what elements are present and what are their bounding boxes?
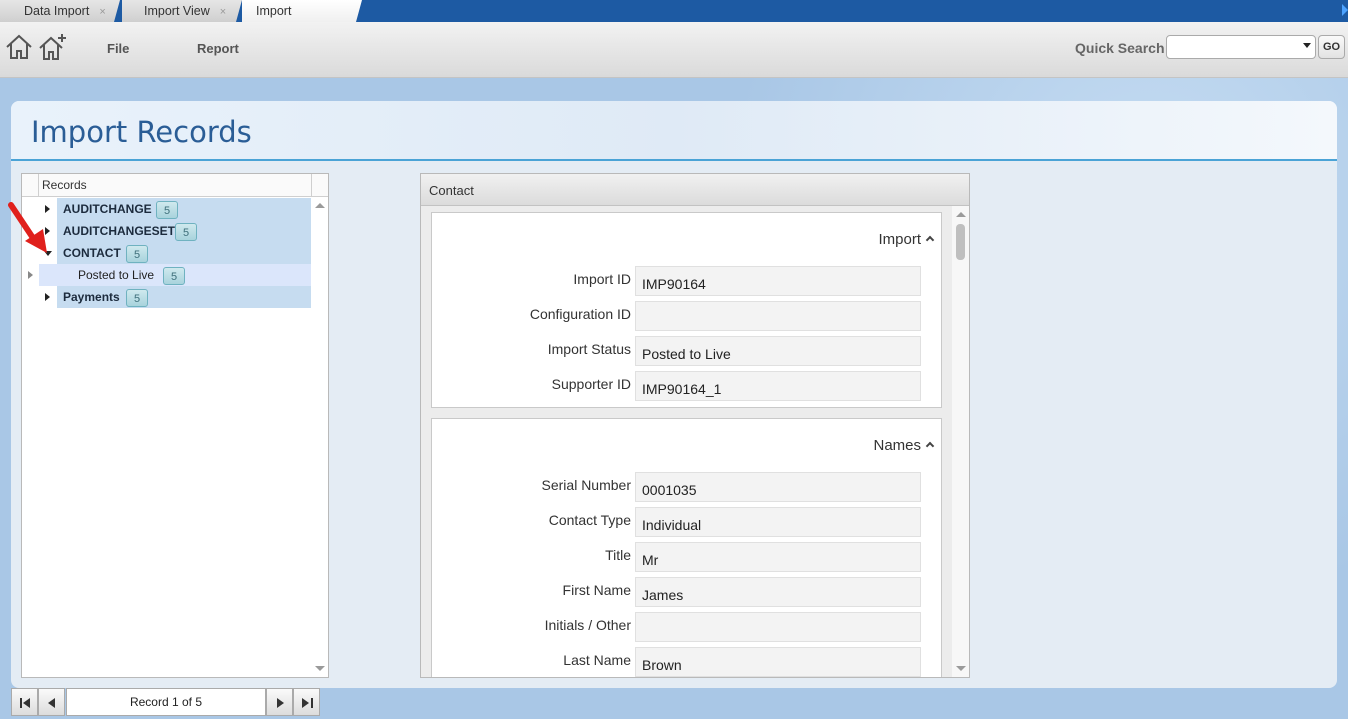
section-toggle-names[interactable]: Names <box>873 437 935 454</box>
chevron-down-icon[interactable] <box>1303 43 1311 48</box>
import-id-field[interactable]: IMP90164 <box>635 266 921 296</box>
supporter-id-field[interactable]: IMP90164_1 <box>635 371 921 401</box>
previous-record-button[interactable] <box>38 688 65 716</box>
next-arrow-icon <box>277 698 284 708</box>
field-label: Configuration ID <box>529 306 631 322</box>
tree-item-posted-to-live[interactable]: Posted to Live 5 <box>22 264 311 286</box>
records-tree: Records AUDITCHANGE 5 AUDITCHANGESET 5 C… <box>21 173 329 678</box>
names-section: Names Serial Number 0001035 Contact Type… <box>431 418 942 677</box>
tree-item-auditchange[interactable]: AUDITCHANGE 5 <box>22 198 311 220</box>
last-bar-icon <box>311 698 313 708</box>
tab-import-records[interactable]: Import Records× <box>242 0 362 22</box>
add-home-icon[interactable] <box>38 32 68 62</box>
field-label: Serial Number <box>541 477 631 493</box>
tree-header-end <box>311 174 328 197</box>
scroll-down-icon[interactable] <box>956 666 966 671</box>
home-icon[interactable] <box>4 32 34 62</box>
tab-scroll-right-icon[interactable] <box>1342 4 1348 16</box>
title-field[interactable]: Mr <box>635 542 921 572</box>
field-label: Import Status <box>547 341 631 357</box>
previous-arrow-icon <box>48 698 55 708</box>
section-heading: Names <box>873 437 921 454</box>
tree-item-label: Payments <box>63 290 120 304</box>
tree-item-auditchangeset[interactable]: AUDITCHANGESET 5 <box>22 220 311 242</box>
field-label: First Name <box>562 582 631 598</box>
last-record-button[interactable] <box>293 688 320 716</box>
tree-item-label: AUDITCHANGE <box>63 202 152 216</box>
main-panel: Import Records Records AUDITCHANGE 5 AUD… <box>11 101 1337 688</box>
first-bar-icon <box>20 698 22 708</box>
toolbar: File Report Quick Search GO <box>0 22 1348 78</box>
tree-item-label: Posted to Live <box>78 268 155 282</box>
tree-header: Records <box>22 174 328 197</box>
expand-arrow-icon[interactable] <box>28 271 33 279</box>
quick-search-input[interactable] <box>1166 35 1316 59</box>
configuration-id-field[interactable] <box>635 301 921 331</box>
tree-item-label: CONTACT <box>63 246 121 260</box>
record-pager: Record 1 of 5 <box>11 688 321 716</box>
record-indicator: Record 1 of 5 <box>66 688 266 716</box>
scroll-up-icon[interactable] <box>956 212 966 217</box>
field-label: Last Name <box>563 652 631 668</box>
scroll-thumb[interactable] <box>956 224 965 260</box>
first-name-field[interactable]: James <box>635 577 921 607</box>
menu-report[interactable]: Report <box>197 41 239 56</box>
scroll-down-icon[interactable] <box>315 666 325 671</box>
tab-data-import[interactable]: Data Import × <box>0 0 120 22</box>
tree-item-payments[interactable]: Payments 5 <box>22 286 311 308</box>
count-badge: 5 <box>163 267 186 285</box>
go-button[interactable]: GO <box>1318 35 1345 59</box>
tree-item-label: AUDITCHANGESET <box>63 224 176 238</box>
tab-import-view[interactable]: Import View × <box>122 0 242 22</box>
initials-other-field[interactable] <box>635 612 921 642</box>
section-toggle-import[interactable]: Import <box>878 231 935 248</box>
first-record-button[interactable] <box>11 688 38 716</box>
page-title: Import Records <box>31 115 252 149</box>
chevron-up-icon <box>925 441 935 451</box>
tree-item-contact[interactable]: CONTACT 5 <box>22 242 311 264</box>
field-label: Initials / Other <box>544 617 631 633</box>
count-badge: 5 <box>126 245 149 263</box>
tree-scrollbar[interactable] <box>311 197 328 677</box>
tab-label: Import View <box>144 4 210 18</box>
form-title: Contact <box>429 183 474 198</box>
close-icon[interactable]: × <box>99 6 105 18</box>
count-badge: 5 <box>156 201 179 219</box>
contact-type-field[interactable]: Individual <box>635 507 921 537</box>
form-body: Import Import ID IMP90164 Configuration … <box>421 206 969 677</box>
last-arrow-icon <box>302 698 309 708</box>
chevron-up-icon <box>925 235 935 245</box>
first-arrow-icon <box>23 698 30 708</box>
count-badge: 5 <box>175 223 198 241</box>
count-badge: 5 <box>126 289 149 307</box>
import-status-field[interactable]: Posted to Live <box>635 336 921 366</box>
tree-header-label: Records <box>42 178 87 192</box>
field-label: Import ID <box>573 271 631 287</box>
page-header: Import Records <box>11 101 1337 161</box>
expand-arrow-icon[interactable] <box>45 293 50 301</box>
annotation-arrow-icon <box>8 202 47 253</box>
menu-file[interactable]: File <box>107 41 129 56</box>
form-title-bar: Contact <box>421 174 969 206</box>
tree-gutter <box>22 174 39 197</box>
field-label: Title <box>605 547 631 563</box>
last-name-field[interactable]: Brown <box>635 647 921 677</box>
contact-form: Contact Import Import ID IMP90164 Config… <box>420 173 970 678</box>
form-scrollbar[interactable] <box>952 206 969 677</box>
next-record-button[interactable] <box>266 688 293 716</box>
import-section: Import Import ID IMP90164 Configuration … <box>431 212 942 408</box>
close-icon[interactable]: × <box>220 6 226 18</box>
field-label: Contact Type <box>548 512 631 528</box>
field-label: Supporter ID <box>551 376 631 392</box>
serial-number-field[interactable]: 0001035 <box>635 472 921 502</box>
tab-label: Data Import <box>24 4 90 18</box>
section-heading: Import <box>878 231 921 248</box>
quick-search-label: Quick Search <box>1075 40 1165 56</box>
scroll-up-icon[interactable] <box>315 203 325 208</box>
tab-strip: Data Import × Import View × Import Records… <box>0 0 1348 22</box>
